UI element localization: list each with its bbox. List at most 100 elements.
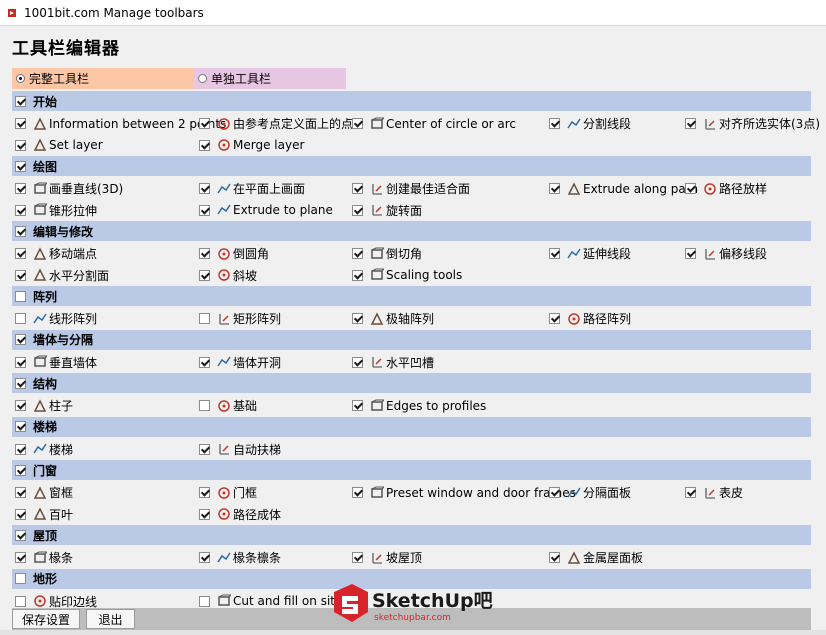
tool-item[interactable]: 画垂直线(3D) <box>15 178 123 199</box>
tool-item[interactable]: 表皮 <box>685 482 743 503</box>
section-checkbox[interactable] <box>15 421 26 432</box>
tool-item[interactable]: 线形阵列 <box>15 308 97 329</box>
tool-item[interactable]: 基础 <box>199 395 257 416</box>
tool-checkbox[interactable] <box>15 118 26 129</box>
tool-item[interactable]: 在平面上画面 <box>199 178 305 199</box>
section-header[interactable]: 墙体与分隔 <box>12 329 811 350</box>
tool-checkbox[interactable] <box>352 487 363 498</box>
tool-item[interactable]: 由参考点定义面上的点 <box>199 113 353 134</box>
tool-checkbox[interactable] <box>199 269 210 281</box>
tool-checkbox[interactable] <box>352 118 363 129</box>
tool-checkbox[interactable] <box>352 269 363 281</box>
mode-full-toolbar[interactable]: 完整工具栏 <box>12 68 194 89</box>
tool-checkbox[interactable] <box>199 400 210 411</box>
tool-checkbox[interactable] <box>352 183 363 194</box>
tool-checkbox[interactable] <box>15 595 26 607</box>
section-header[interactable]: 屋顶 <box>12 525 811 545</box>
tool-checkbox[interactable] <box>549 118 560 129</box>
tool-checkbox[interactable] <box>352 552 363 563</box>
tool-item[interactable]: Set layer <box>15 135 103 156</box>
tool-checkbox[interactable] <box>352 400 363 411</box>
tool-item[interactable]: 创建最佳适合面 <box>352 178 470 199</box>
section-checkbox[interactable] <box>15 334 26 345</box>
tool-item[interactable]: 路径成体 <box>199 504 281 525</box>
tool-checkbox[interactable] <box>685 183 696 194</box>
tool-checkbox[interactable] <box>549 313 560 324</box>
tool-checkbox[interactable] <box>352 313 363 324</box>
tool-item[interactable]: Scaling tools <box>352 265 462 286</box>
tool-checkbox[interactable] <box>15 552 26 563</box>
tool-item[interactable]: Information between 2 points <box>15 113 226 134</box>
tool-checkbox[interactable] <box>15 356 26 368</box>
tool-item[interactable]: 百叶 <box>15 504 73 525</box>
tool-checkbox[interactable] <box>199 118 210 129</box>
tool-checkbox[interactable] <box>199 248 210 259</box>
tool-checkbox[interactable] <box>352 356 363 368</box>
tool-item[interactable]: 倒圆角 <box>199 243 269 264</box>
tool-checkbox[interactable] <box>685 248 696 259</box>
tool-item[interactable]: 坡屋顶 <box>352 547 422 568</box>
tool-checkbox[interactable] <box>199 139 210 151</box>
tool-item[interactable]: 倒切角 <box>352 243 422 264</box>
tool-item[interactable]: 门框 <box>199 482 257 503</box>
tool-item[interactable]: 椽条檩条 <box>199 547 281 568</box>
section-checkbox[interactable] <box>15 160 26 172</box>
tool-item[interactable]: 椽条 <box>15 547 73 568</box>
tool-checkbox[interactable] <box>549 487 560 498</box>
tool-checkbox[interactable] <box>199 356 210 368</box>
tool-checkbox[interactable] <box>15 313 26 324</box>
section-checkbox[interactable] <box>15 95 26 107</box>
tool-checkbox[interactable] <box>549 183 560 194</box>
tool-item[interactable]: 分隔面板 <box>549 482 631 503</box>
tool-checkbox[interactable] <box>15 508 26 520</box>
tool-item[interactable]: 自动扶梯 <box>199 439 281 460</box>
tool-item[interactable]: 垂直墙体 <box>15 352 97 373</box>
tool-item[interactable]: 金属屋面板 <box>549 547 643 568</box>
mode-full-radio[interactable] <box>16 74 25 83</box>
tool-checkbox[interactable] <box>15 248 26 259</box>
tool-item[interactable]: Edges to profiles <box>352 395 486 416</box>
save-button[interactable]: 保存设置 <box>12 609 80 629</box>
tool-checkbox[interactable] <box>199 487 210 498</box>
tool-checkbox[interactable] <box>199 183 210 194</box>
tool-checkbox[interactable] <box>549 552 560 563</box>
section-header[interactable]: 绘图 <box>12 156 811 176</box>
section-header[interactable]: 开始 <box>12 91 811 111</box>
tool-checkbox[interactable] <box>15 139 26 151</box>
tool-item[interactable]: 柱子 <box>15 395 73 416</box>
tool-item[interactable]: 窗框 <box>15 482 73 503</box>
section-checkbox[interactable] <box>15 377 26 389</box>
tool-checkbox[interactable] <box>15 269 26 281</box>
section-header[interactable]: 门窗 <box>12 460 811 480</box>
tool-checkbox[interactable] <box>352 248 363 259</box>
tool-item[interactable]: 分割线段 <box>549 113 631 134</box>
tool-item[interactable]: 楼梯 <box>15 439 73 460</box>
tool-item[interactable]: 偏移线段 <box>685 243 767 264</box>
section-header[interactable]: 编辑与修改 <box>12 221 811 241</box>
mode-single-toolbar[interactable]: 单独工具栏 <box>194 68 346 89</box>
tool-checkbox[interactable] <box>15 443 26 455</box>
section-checkbox[interactable] <box>15 225 26 237</box>
tool-item[interactable]: 路径放样 <box>685 178 767 199</box>
tool-item[interactable]: 斜坡 <box>199 265 257 286</box>
section-checkbox[interactable] <box>15 529 26 541</box>
section-header[interactable]: 楼梯 <box>12 416 811 437</box>
tool-item[interactable]: 路径阵列 <box>549 308 631 329</box>
tool-checkbox[interactable] <box>549 248 560 259</box>
section-checkbox[interactable] <box>15 573 26 584</box>
tool-item[interactable]: Merge layer <box>199 135 304 156</box>
tool-checkbox[interactable] <box>199 313 210 324</box>
tool-item[interactable]: 水平凹槽 <box>352 352 434 373</box>
tool-checkbox[interactable] <box>199 595 210 607</box>
tool-checkbox[interactable] <box>15 204 26 216</box>
tool-item[interactable]: 水平分割面 <box>15 265 109 286</box>
section-header[interactable]: 结构 <box>12 373 811 393</box>
tool-item[interactable]: 墙体开洞 <box>199 352 281 373</box>
tool-item[interactable]: 极轴阵列 <box>352 308 434 329</box>
tool-item[interactable]: Center of circle or arc <box>352 113 516 134</box>
tool-item[interactable]: 移动端点 <box>15 243 97 264</box>
tool-checkbox[interactable] <box>352 204 363 216</box>
exit-button[interactable]: 退出 <box>86 609 135 629</box>
tool-checkbox[interactable] <box>685 487 696 498</box>
tool-checkbox[interactable] <box>199 508 210 520</box>
